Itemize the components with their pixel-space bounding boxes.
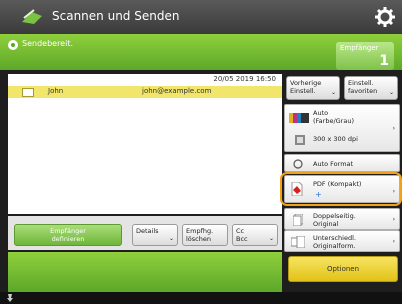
favorites-label-1: Einstell. (348, 79, 374, 87)
specify-recipient-button[interactable]: Empfänger definieren (14, 224, 122, 246)
resolution-icon (295, 135, 305, 145)
title-bar: Scannen und Senden (0, 0, 402, 34)
timestamp: 20/05 2019 16:50 (213, 75, 276, 83)
color-mode-icon (289, 113, 309, 123)
file-format-label: PDF (Kompakt) (313, 180, 362, 188)
previous-settings-button[interactable]: Vorherige Einstell. ⌄ (286, 76, 340, 100)
list-item[interactable]: John john@example.com (8, 86, 282, 98)
chevron-down-icon: ⌄ (388, 89, 394, 96)
duplex-label-2: Original (313, 220, 339, 228)
auto-size-icon (293, 159, 303, 169)
cc-label: Cc (236, 227, 245, 235)
status-dot-icon (8, 40, 18, 50)
favorites-button[interactable]: Einstell. favoriten ⌄ (344, 76, 398, 100)
recipient-list: 20/05 2019 16:50 John john@example.com (8, 74, 282, 214)
details-label: Details (136, 227, 159, 235)
color-resolution-card[interactable]: Auto (Farbe/Grau) 300 x 300 dpi › (284, 104, 400, 152)
color-mode-label-1: Auto (313, 109, 329, 117)
add-icon: + (315, 190, 322, 199)
mixed-size-card[interactable]: Unterschiedl. Originalform. › (284, 230, 400, 252)
recipient-count-badge: Empfänger 1 (336, 42, 394, 70)
chevron-right-icon: › (392, 216, 395, 223)
pdf-icon (291, 182, 303, 196)
chevron-right-icon: › (392, 188, 395, 195)
mixed-size-icon (291, 236, 305, 248)
recipient-count-value: 1 (379, 53, 389, 69)
duplex-icon (293, 214, 303, 226)
chevron-down-icon: ⌄ (268, 235, 274, 242)
footer-strip (8, 252, 282, 292)
duplex-card[interactable]: Doppelseitig. Original › (284, 208, 400, 230)
chevron-right-icon: › (392, 238, 395, 245)
details-button[interactable]: Details ⌄ (132, 224, 178, 246)
recipient-actions-bar: Empfänger definieren Details ⌄ Empfhg. l… (8, 216, 282, 250)
mixed-size-label-1: Unterschiedl. (313, 234, 356, 242)
delete-recipient-label-2: löschen (186, 235, 211, 243)
previous-settings-label-1: Vorherige (290, 79, 322, 87)
recipient-name: John (48, 87, 64, 95)
scanner-icon (22, 9, 42, 24)
settings-panel: Vorherige Einstell. ⌄ Einstell. favorite… (280, 74, 402, 290)
contact-card-icon (22, 88, 34, 97)
duplex-label-1: Doppelseitig. (313, 212, 356, 220)
specify-recipient-label-1: Empfänger (50, 227, 86, 235)
scan-send-screen: Scannen und Senden Sendebereit. Empfänge… (0, 0, 402, 304)
favorites-label-2: favoriten (348, 87, 378, 95)
size-card[interactable]: Auto Format (284, 154, 400, 172)
pin-icon (7, 294, 13, 302)
cc-bcc-button[interactable]: Cc Bcc ⌄ (232, 224, 278, 246)
recipient-email: john@example.com (142, 87, 212, 95)
color-mode-label-2: (Farbe/Grau) (313, 117, 354, 125)
bottom-bar (0, 292, 402, 304)
file-format-card[interactable]: PDF (Kompakt) + › (284, 175, 400, 203)
chevron-down-icon: ⌄ (168, 235, 174, 242)
chevron-right-icon: › (392, 125, 395, 132)
status-text: Sendebereit. (22, 39, 74, 48)
size-label: Auto Format (313, 160, 354, 168)
resolution-label: 300 x 300 dpi (313, 135, 358, 143)
chevron-down-icon: ⌄ (330, 89, 336, 96)
gear-icon[interactable] (374, 6, 396, 28)
delete-recipient-button[interactable]: Empfhg. löschen (182, 224, 228, 246)
mixed-size-label-2: Originalform. (313, 242, 356, 250)
delete-recipient-label-1: Empfhg. (186, 227, 214, 235)
specify-recipient-label-2: definieren (51, 235, 85, 243)
recipient-count-label: Empfänger (340, 44, 379, 52)
page-title: Scannen und Senden (52, 9, 180, 23)
options-button[interactable]: Optionen (288, 256, 398, 282)
previous-settings-label-2: Einstell. (290, 87, 316, 95)
